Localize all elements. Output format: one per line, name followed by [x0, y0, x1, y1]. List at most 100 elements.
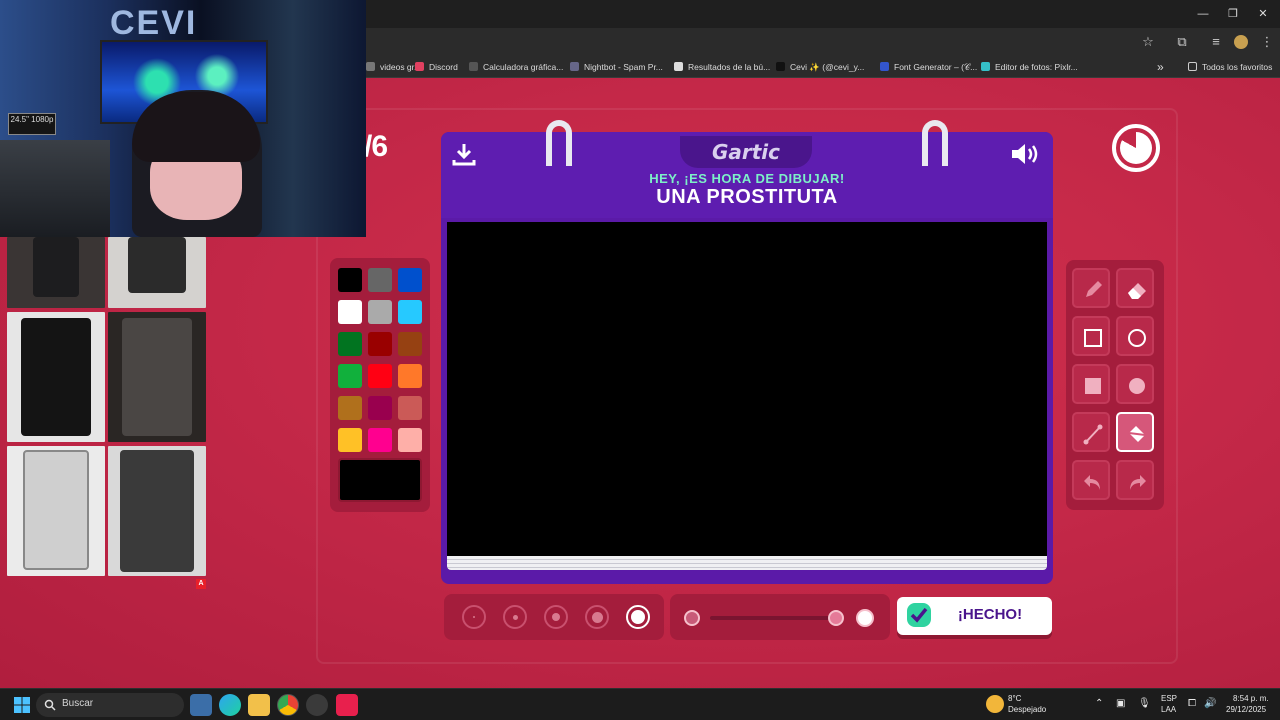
close-button[interactable]: ✕ — [1248, 4, 1278, 24]
bookmark-item[interactable]: Editor de fotos: Pixlr... — [981, 59, 1078, 75]
bookmark-item[interactable]: Cevi ✨ (@cevi_y... — [776, 59, 864, 75]
brush-size-button[interactable] — [626, 605, 650, 629]
color-swatch[interactable] — [398, 396, 422, 420]
tool-eraser[interactable] — [1116, 268, 1154, 308]
brush-size-dot — [631, 610, 645, 624]
download-icon[interactable] — [452, 142, 476, 166]
bookmark-item[interactable]: Font Generator – (𝒞... — [880, 59, 977, 75]
color-swatch[interactable] — [368, 332, 392, 356]
bookmark-item[interactable]: Discord — [415, 59, 458, 75]
color-swatch[interactable] — [338, 364, 362, 388]
bookmark-item[interactable]: Calculadora gráfica... — [469, 59, 563, 75]
volume-icon[interactable] — [1010, 142, 1042, 166]
profile-avatar[interactable] — [1232, 33, 1250, 51]
reference-image — [7, 312, 105, 442]
color-swatch[interactable] — [368, 428, 392, 452]
minimize-button[interactable]: — — [1188, 4, 1218, 24]
bookmark-favicon-icon — [570, 62, 579, 71]
obs-icon[interactable] — [306, 694, 328, 716]
bookmark-favicon-icon — [366, 62, 375, 71]
done-label: ¡HECHO! — [957, 606, 1023, 623]
bookmark-label: Editor de fotos: Pixlr... — [995, 62, 1078, 72]
bookmarks-more-icon[interactable]: » — [1157, 59, 1164, 75]
windows-start-icon[interactable] — [11, 694, 33, 716]
color-swatch[interactable] — [338, 396, 362, 420]
brush-size-dot — [512, 614, 518, 620]
color-swatch[interactable] — [368, 364, 392, 388]
bookmark-favicon-icon — [981, 62, 990, 71]
color-swatch[interactable] — [398, 332, 422, 356]
bookmark-item[interactable]: videos gr... — [366, 59, 421, 75]
reference-badge: A — [196, 579, 206, 589]
color-swatch[interactable] — [338, 268, 362, 292]
maximize-button[interactable]: ❐ — [1218, 4, 1248, 24]
color-swatch[interactable] — [398, 364, 422, 388]
language-bottom[interactable]: LAA — [1161, 705, 1176, 714]
tool-line[interactable] — [1072, 412, 1110, 452]
tiktok-live-icon[interactable] — [336, 694, 358, 716]
clock-time[interactable]: 8:54 p. m. — [1233, 694, 1269, 703]
tool-pencil[interactable] — [1072, 268, 1110, 308]
tool-ellipse[interactable] — [1116, 316, 1154, 356]
bookmark-favicon-icon — [776, 62, 785, 71]
tool-rectangle[interactable] — [1072, 316, 1110, 356]
opacity-max-icon — [856, 609, 874, 627]
reference-image — [108, 312, 206, 442]
opacity-slider[interactable] — [710, 616, 840, 620]
opacity-slider-thumb[interactable] — [828, 610, 844, 626]
tray-chevron-icon[interactable]: ⌃ — [1095, 698, 1103, 709]
media-control-icon[interactable]: ≡ — [1207, 33, 1225, 51]
color-swatch[interactable] — [338, 300, 362, 324]
color-swatch[interactable] — [338, 428, 362, 452]
webcam-overlay: CEVI 24.5" 1080p — [0, 0, 366, 237]
pencil-icon — [1086, 281, 1102, 297]
reference-image — [7, 446, 105, 576]
tool-redo[interactable] — [1116, 460, 1154, 500]
color-swatch[interactable] — [368, 268, 392, 292]
drawing-canvas[interactable] — [447, 222, 1047, 556]
color-swatch[interactable] — [338, 332, 362, 356]
brush-size-button[interactable] — [544, 605, 568, 629]
menu-icon[interactable]: ⋮ — [1258, 33, 1276, 51]
tool-fill-bucket[interactable] — [1116, 412, 1154, 452]
taskbar-search[interactable]: Buscar — [36, 693, 184, 717]
file-explorer-icon[interactable] — [248, 694, 270, 716]
redo-icon — [1130, 475, 1146, 490]
bookmark-label: Font Generator – (𝒞... — [894, 62, 978, 72]
chrome-icon[interactable] — [277, 694, 299, 716]
bookmark-label: Resultados de la bú... — [688, 62, 771, 72]
all-favorites-folder[interactable]: Todos los favoritos — [1188, 59, 1272, 75]
brush-size-button[interactable] — [585, 605, 609, 629]
edge-icon[interactable] — [219, 694, 241, 716]
task-view-icon[interactable] — [190, 694, 212, 716]
brush-size-button[interactable] — [462, 605, 486, 629]
bookmark-favicon-icon — [469, 62, 478, 71]
bookmark-favicon-icon — [674, 62, 683, 71]
tool-undo[interactable] — [1072, 460, 1110, 500]
bookmark-item[interactable]: Resultados de la bú... — [674, 59, 770, 75]
bookmark-favicon-icon — [880, 62, 889, 71]
tool-filled-ellipse[interactable] — [1116, 364, 1154, 404]
speaker-icon[interactable]: 🔊 — [1204, 698, 1216, 709]
color-swatch[interactable] — [398, 268, 422, 292]
tray-app-icon[interactable]: ▣ — [1116, 698, 1125, 709]
moon-weather-icon — [986, 695, 1004, 713]
color-swatch[interactable] — [368, 396, 392, 420]
language-top[interactable]: ESP — [1161, 694, 1177, 703]
reference-image — [108, 446, 206, 576]
microphone-icon[interactable]: 🎙 — [1138, 698, 1151, 709]
extensions-icon[interactable]: ⧉ — [1173, 33, 1191, 51]
bookmark-item[interactable]: Nightbot - Spam Pr... — [570, 59, 663, 75]
reference-image — [108, 237, 206, 308]
search-placeholder: Buscar — [62, 698, 94, 709]
tool-filled-rectangle[interactable] — [1072, 364, 1110, 404]
undo-icon — [1084, 475, 1100, 490]
clock-date[interactable]: 29/12/2025 — [1226, 705, 1266, 714]
network-icon[interactable]: ⧠ — [1188, 698, 1196, 709]
color-swatch[interactable] — [368, 300, 392, 324]
opacity-min-icon — [684, 610, 700, 626]
brush-size-button[interactable] — [503, 605, 527, 629]
color-swatch[interactable] — [398, 300, 422, 324]
color-swatch[interactable] — [398, 428, 422, 452]
star-icon[interactable]: ☆ — [1139, 33, 1157, 51]
